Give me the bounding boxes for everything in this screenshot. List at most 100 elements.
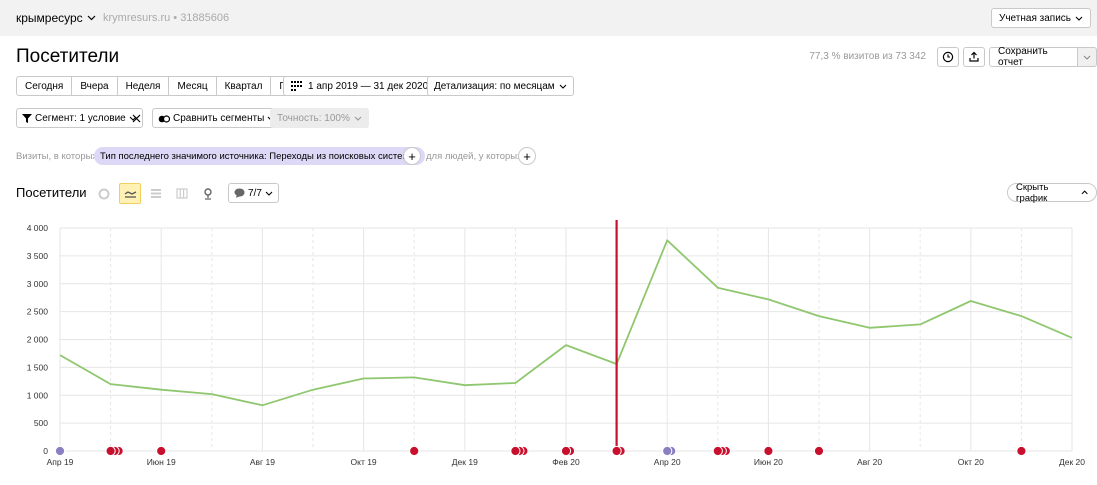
counter-select[interactable]: крымресурс: [16, 11, 96, 25]
y-tick-label: 4 000: [27, 223, 49, 233]
chevron-down-icon: [1083, 55, 1091, 60]
data-point[interactable]: [310, 387, 316, 393]
x-tick-label: Окт 20: [958, 457, 984, 467]
visits-share: 77,3 % визитов из 73 342: [809, 51, 926, 62]
y-tick-label: 1 000: [27, 390, 49, 400]
save-report-button[interactable]: Сохранить отчет: [989, 46, 1079, 68]
x-tick-label: Окт 19: [351, 457, 377, 467]
note-marker[interactable]: [813, 445, 825, 457]
detail-select[interactable]: Детализация: по месяцам: [427, 76, 574, 96]
note-marker[interactable]: [560, 445, 572, 457]
compare-icon: [158, 115, 170, 123]
notes-select[interactable]: 7/7: [228, 183, 279, 203]
chevron-down-icon: [1075, 16, 1083, 21]
chart-type-bar[interactable]: [171, 183, 193, 204]
plus-icon: +: [523, 148, 531, 164]
data-point[interactable]: [867, 325, 873, 331]
y-tick-label: 500: [34, 418, 48, 428]
data-point[interactable]: [968, 298, 974, 304]
filter-icon: [22, 113, 32, 123]
data-point[interactable]: [57, 352, 63, 358]
y-tick-label: 0: [43, 446, 48, 456]
segment-clear-button[interactable]: [128, 110, 144, 126]
y-tick-label: 2 500: [27, 307, 49, 317]
period-yesterday[interactable]: Вчера: [71, 76, 118, 96]
chevron-down-icon: [265, 191, 273, 196]
save-options-button[interactable]: [1078, 47, 1097, 67]
data-point[interactable]: [664, 237, 670, 243]
data-point[interactable]: [563, 342, 569, 348]
filter-condition-text: Тип последнего значимого источника: Пере…: [100, 150, 409, 162]
note-marker[interactable]: [1016, 445, 1027, 457]
period-week[interactable]: Неделя: [116, 76, 170, 96]
data-point[interactable]: [715, 285, 721, 291]
note-marker[interactable]: [510, 445, 521, 457]
note-marker[interactable]: [611, 445, 622, 457]
counter-meta: krymresurs.ru • 31885606: [103, 12, 230, 24]
data-point[interactable]: [512, 380, 518, 386]
segment-label: Сегмент: 1 условие: [35, 112, 126, 124]
add-people-condition-button[interactable]: +: [518, 147, 536, 165]
data-point[interactable]: [259, 402, 265, 408]
date-range-picker[interactable]: 1 апр 2019 — 31 дек 2020: [283, 76, 437, 96]
filter-condition-chip[interactable]: Тип последнего значимого источника: Пере…: [94, 147, 425, 165]
y-tick-label: 3 500: [27, 251, 49, 261]
x-tick-label: Апр 20: [654, 457, 681, 467]
chevron-down-icon: [354, 116, 362, 121]
chart-type-pie[interactable]: [93, 183, 115, 204]
date-range-label: 1 апр 2019 — 31 дек 2020: [308, 80, 429, 92]
export-button[interactable]: [963, 47, 985, 67]
data-point[interactable]: [158, 387, 164, 393]
detail-label: Детализация: по месяцам: [434, 80, 555, 92]
note-marker[interactable]: [712, 445, 723, 457]
note-marker[interactable]: [409, 445, 420, 457]
data-point[interactable]: [411, 374, 417, 380]
save-report-label: Сохранить отчет: [998, 46, 1048, 68]
account-label: Учетная запись: [998, 12, 1071, 24]
chart-type-area[interactable]: [145, 183, 167, 204]
data-point[interactable]: [917, 321, 923, 327]
period-quarter[interactable]: Квартал: [215, 76, 272, 96]
segment-select[interactable]: Сегмент: 1 условие: [16, 108, 143, 128]
chart-type-map[interactable]: [197, 183, 219, 204]
history-button[interactable]: [937, 47, 959, 67]
note-marker[interactable]: [105, 445, 116, 457]
data-point[interactable]: [361, 376, 367, 382]
data-point[interactable]: [765, 296, 771, 302]
y-tick-label: 3 000: [27, 279, 49, 289]
chevron-down-icon: [559, 84, 567, 89]
data-point[interactable]: [1018, 313, 1024, 319]
note-marker[interactable]: [763, 445, 774, 457]
area-chart-icon: [151, 189, 161, 198]
chart-type-line[interactable]: [119, 183, 141, 204]
add-visit-condition-button[interactable]: +: [403, 147, 421, 165]
visits-condition-label: Визиты, в которых: [16, 151, 98, 162]
x-tick-label: Фев 20: [552, 457, 580, 467]
x-tick-label: Дек 20: [1059, 457, 1085, 467]
data-point[interactable]: [1069, 335, 1075, 341]
hide-chart-button[interactable]: Скрыть график: [1007, 181, 1097, 204]
hide-chart-label: Скрыть график: [1016, 181, 1049, 204]
notes-count: 7/7: [248, 187, 262, 199]
period-today[interactable]: Сегодня: [16, 76, 73, 96]
close-icon: [132, 114, 140, 122]
data-point[interactable]: [108, 381, 114, 387]
note-marker[interactable]: [156, 445, 167, 457]
accuracy-label: Точность: 100%: [277, 112, 350, 124]
note-marker[interactable]: [54, 445, 66, 457]
y-tick-label: 2 000: [27, 335, 49, 345]
pie-chart-icon: [98, 188, 110, 199]
note-marker[interactable]: [662, 445, 673, 457]
data-point[interactable]: [209, 391, 215, 397]
account-button[interactable]: Учетная запись: [990, 8, 1091, 28]
plus-icon: +: [408, 148, 416, 164]
data-point[interactable]: [462, 382, 468, 388]
compare-segments-select[interactable]: Сравнить сегменты: [152, 108, 282, 128]
top-bar: крымресурс krymresurs.ru • 31885606 Учет…: [0, 0, 1097, 36]
data-point[interactable]: [816, 313, 822, 319]
period-month[interactable]: Месяц: [168, 76, 217, 96]
y-tick-label: 1 500: [27, 362, 49, 372]
accuracy-select[interactable]: Точность: 100%: [270, 108, 369, 128]
x-tick-label: Июн 19: [147, 457, 176, 467]
x-tick-label: Апр 19: [47, 457, 74, 467]
